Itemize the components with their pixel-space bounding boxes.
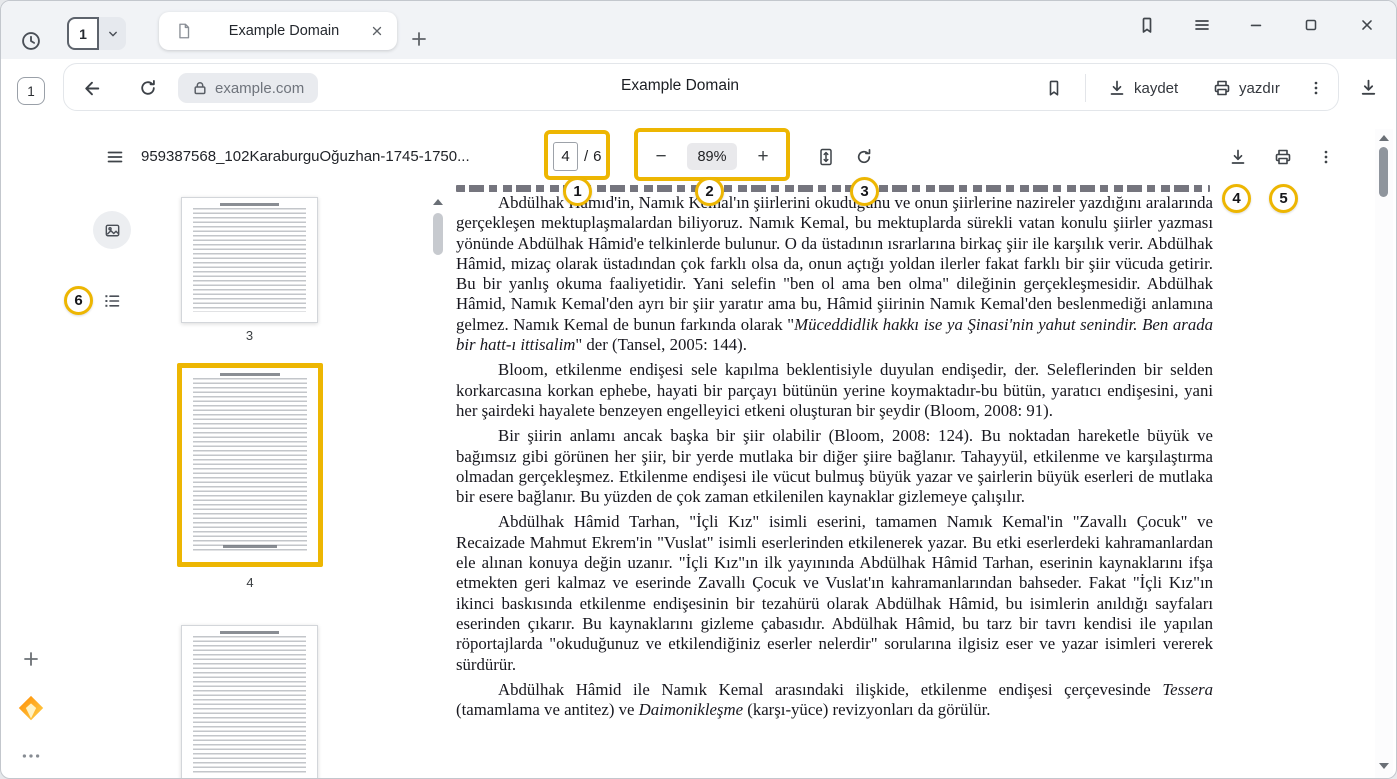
url-text: example.com xyxy=(215,80,304,97)
page-favicon xyxy=(175,22,193,40)
pdf-sidebar-toggle-icon[interactable] xyxy=(101,143,129,171)
browser-window: 1 1 Example Domain xyxy=(0,0,1397,779)
tab-group-badge[interactable]: 1 xyxy=(67,17,99,50)
printer-icon xyxy=(1212,78,1232,98)
outline-view-button[interactable] xyxy=(99,288,125,314)
divider xyxy=(1085,74,1086,102)
back-button[interactable] xyxy=(78,74,106,102)
thumbnail-footer-placeholder xyxy=(223,545,277,548)
thumbnail-view-button[interactable] xyxy=(93,211,131,249)
annotation-circle-2: 2 xyxy=(695,177,724,206)
scroll-up-arrow[interactable] xyxy=(1379,135,1389,141)
thumbnail-label-3: 3 xyxy=(181,328,318,343)
close-window-button[interactable] xyxy=(1356,14,1378,36)
thumbnail-heading-placeholder xyxy=(220,373,280,376)
navigation-bar: example.com Example Domain kaydet yazdır xyxy=(63,63,1339,111)
url-pill[interactable]: example.com xyxy=(178,73,318,103)
thumbnail-page-5[interactable] xyxy=(181,625,318,779)
thumbnail-heading-placeholder xyxy=(220,631,279,634)
tab-title: Example Domain xyxy=(201,23,367,39)
zoom-out-button[interactable]: − xyxy=(647,143,675,171)
main-scrollbar[interactable] xyxy=(1375,129,1393,779)
pdf-paragraph: Abdülhak Hâmıd'in, Namık Kemal'ın şiirle… xyxy=(456,193,1213,355)
history-clock-icon[interactable] xyxy=(19,29,43,53)
pdf-more-options-icon[interactable] xyxy=(1312,143,1340,171)
rail-add-icon[interactable] xyxy=(20,648,42,670)
maximize-button[interactable] xyxy=(1301,15,1321,35)
thumb-scroll-up-arrow[interactable] xyxy=(433,199,443,205)
pdf-text-layer: Abdülhak Hâmıd'in, Namık Kemal'ın şiirle… xyxy=(456,193,1213,725)
save-button-label: kaydet xyxy=(1134,80,1178,97)
page-number-input[interactable] xyxy=(553,142,578,171)
zoom-level: 89% xyxy=(687,143,737,170)
browser-logo[interactable] xyxy=(16,693,46,723)
fit-page-button[interactable] xyxy=(812,143,840,171)
pdf-paragraph: Bloom, etkilenme endişesi sele kapılma b… xyxy=(456,360,1213,421)
rotate-button[interactable] xyxy=(850,143,878,171)
thumb-scrollbar-thumb[interactable] xyxy=(433,213,443,255)
image-icon xyxy=(103,221,122,240)
thumbnail-text-placeholder xyxy=(193,636,306,774)
list-icon xyxy=(102,291,122,311)
zoom-in-button[interactable]: + xyxy=(749,143,777,171)
pdf-paragraph: Bir şiirin anlamı ancak başka bir şiir o… xyxy=(456,426,1213,507)
new-tab-icon[interactable] xyxy=(407,27,431,51)
thumbnail-page-4-selected[interactable] xyxy=(177,363,323,567)
tab-group-control: 1 xyxy=(67,17,126,50)
minimize-button[interactable] xyxy=(1246,15,1266,35)
rail-more-icon[interactable] xyxy=(19,749,43,763)
lock-icon xyxy=(192,80,208,96)
tab-close-icon[interactable] xyxy=(367,21,387,41)
page-separator: / xyxy=(584,148,588,165)
more-options-icon[interactable] xyxy=(1302,74,1330,102)
main-scrollbar-thumb[interactable] xyxy=(1379,147,1388,197)
annotation-circle-6: 6 xyxy=(64,286,93,315)
save-button[interactable]: kaydet xyxy=(1097,71,1188,105)
thumbnail-text-placeholder xyxy=(193,378,307,552)
menu-icon[interactable] xyxy=(1191,14,1213,36)
bookmarks-panel-icon[interactable] xyxy=(1136,14,1158,36)
annotation-circle-5: 5 xyxy=(1269,184,1298,213)
plus-icon: + xyxy=(757,146,768,168)
download-icon xyxy=(1107,78,1127,98)
annotation-circle-3: 3 xyxy=(850,177,879,206)
reload-button[interactable] xyxy=(134,74,162,102)
page-count: / 6 xyxy=(584,148,602,165)
pdf-print-button[interactable] xyxy=(1269,143,1297,171)
thumbnail-heading-placeholder xyxy=(220,203,279,206)
pdf-filename: 959387568_102KaraburguOğuzhan-1745-1750.… xyxy=(141,148,470,165)
rail-workspace-badge[interactable]: 1 xyxy=(17,77,45,105)
tab-example-domain[interactable]: Example Domain xyxy=(159,12,397,50)
annotation-circle-1: 1 xyxy=(563,177,592,206)
downloads-icon[interactable] xyxy=(1356,75,1380,99)
chevron-down-icon[interactable] xyxy=(99,17,126,50)
annotation-circle-4: 4 xyxy=(1222,184,1251,213)
pdf-paragraph: Abdülhak Hâmid Tarhan, "İçli Kız" isimli… xyxy=(456,512,1213,674)
thumbnail-page-3[interactable] xyxy=(181,197,318,323)
pdf-download-button[interactable] xyxy=(1224,143,1252,171)
bookmark-page-icon[interactable] xyxy=(1042,76,1066,100)
page-title: Example Domain xyxy=(621,77,739,95)
print-button[interactable]: yazdır xyxy=(1202,71,1290,105)
total-pages: 6 xyxy=(593,148,601,165)
minus-icon: − xyxy=(655,146,666,168)
thumbnail-label-4: 4 xyxy=(177,575,323,590)
print-button-label: yazdır xyxy=(1239,80,1280,97)
pdf-paragraph: Abdülhak Hâmid ile Namık Kemal arasındak… xyxy=(456,680,1213,721)
scroll-down-arrow[interactable] xyxy=(1379,763,1389,769)
thumbnail-text-placeholder xyxy=(193,208,306,312)
